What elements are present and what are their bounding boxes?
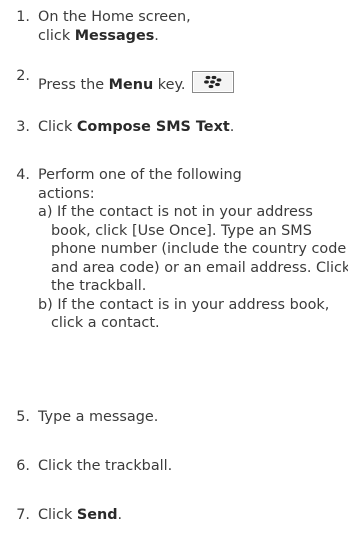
step-text: Perform one of the following actions: a)… bbox=[38, 166, 348, 333]
step-line: Click Compose SMS Text. bbox=[38, 118, 346, 137]
step-text-pre: Click bbox=[38, 119, 77, 135]
step-text: Type a message. bbox=[38, 408, 346, 427]
step-bold-term: Menu bbox=[108, 77, 154, 93]
step-line: On the Home screen, bbox=[38, 9, 191, 25]
step-text-post: key. bbox=[153, 77, 186, 93]
step-bold-term: Compose SMS Text bbox=[76, 119, 230, 135]
step-text: Press the Menu key. bbox=[38, 67, 346, 95]
step-text: Click Send. bbox=[38, 506, 346, 525]
step-bold-term: Send bbox=[76, 507, 118, 523]
step-text: Click Compose SMS Text. bbox=[38, 118, 346, 137]
step-option-b: b) If the contact is in your address boo… bbox=[38, 296, 330, 332]
step-number: 2. bbox=[16, 68, 30, 84]
step-text-post: . bbox=[154, 27, 159, 44]
step-text-post: . bbox=[229, 119, 235, 135]
step-number: 5. bbox=[16, 409, 30, 425]
step-line: Perform one of the following bbox=[38, 167, 242, 183]
blackberry-menu-key-icon bbox=[191, 71, 234, 93]
step-line: actions: bbox=[38, 185, 95, 202]
step-number: 4. bbox=[16, 167, 30, 183]
step-text-pre: click bbox=[38, 27, 75, 44]
step-number: 1. bbox=[16, 9, 30, 25]
step-option-a: a) If the contact is not in your address… bbox=[38, 204, 348, 294]
step-text: On the Home screen, click Messages. bbox=[38, 8, 346, 45]
step-line: click Messages. bbox=[38, 27, 346, 46]
step-line: Press the Menu key. bbox=[38, 67, 346, 95]
step-line: Type a message. bbox=[38, 409, 159, 425]
step-line: Click Send. bbox=[38, 506, 346, 525]
step-number: 7. bbox=[16, 507, 30, 523]
step-text: Click the trackball. bbox=[38, 457, 346, 476]
step-text-pre: Press the bbox=[38, 77, 109, 93]
step-bold-term: Messages bbox=[74, 27, 155, 44]
step-text-post: . bbox=[117, 507, 123, 523]
step-number: 6. bbox=[16, 458, 30, 474]
step-number: 3. bbox=[16, 119, 30, 135]
step-line: Click the trackball. bbox=[38, 458, 173, 474]
step-text-pre: Click bbox=[38, 507, 77, 523]
